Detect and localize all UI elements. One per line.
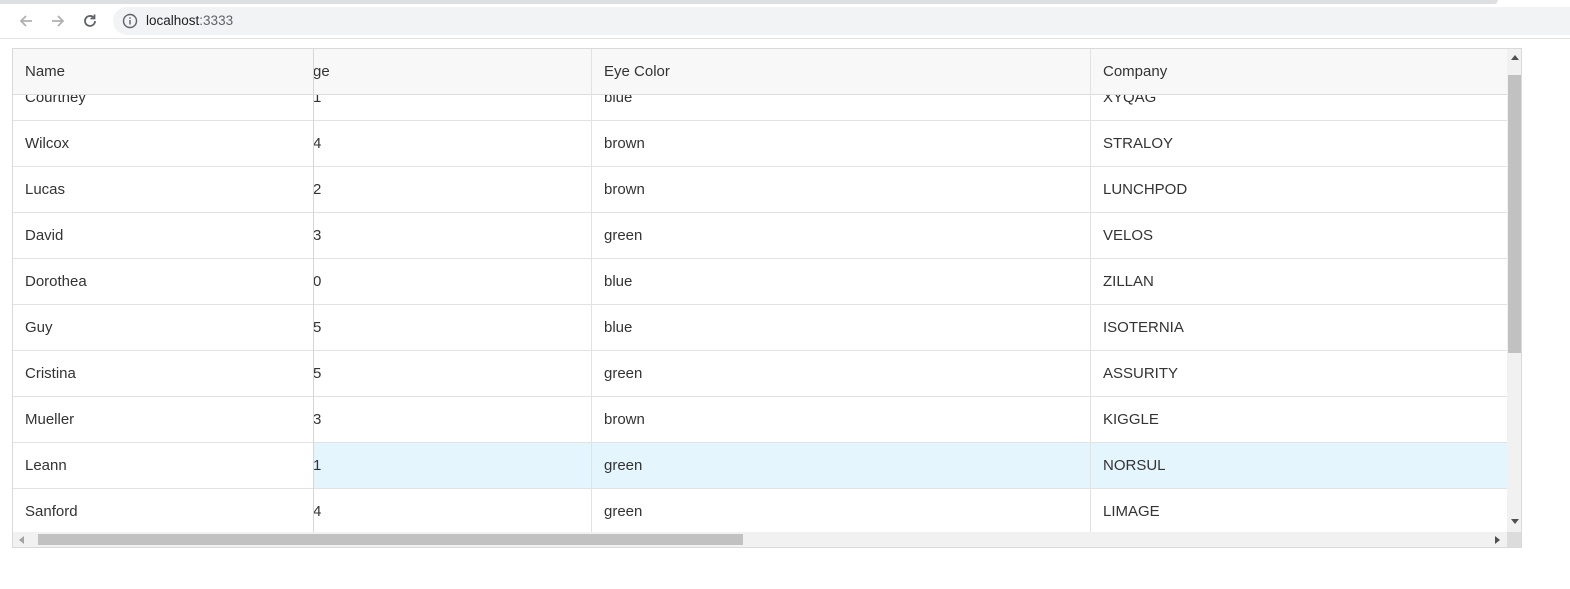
url-host: localhost: [146, 13, 200, 28]
grid-body: Courtney 1 blue XYQAG Wilcox 4 brown STRALOY Luc…: [13, 95, 1507, 532]
cell-eye-color[interactable]: brown: [591, 397, 1090, 442]
cell-name[interactable]: Wilcox: [13, 121, 313, 166]
arrow-right-icon: [52, 15, 65, 27]
column-divider: [591, 49, 592, 532]
url-text[interactable]: localhost:3333: [146, 13, 233, 29]
horizontal-scroll-thumb[interactable]: [38, 534, 743, 545]
header-name[interactable]: Name: [13, 49, 313, 94]
header-age[interactable]: ge: [313, 49, 591, 94]
reload-icon: [84, 14, 96, 27]
cell-name[interactable]: Guy: [13, 305, 313, 350]
scroll-up-icon[interactable]: [1511, 55, 1519, 60]
cell-eye-color[interactable]: green: [591, 351, 1090, 396]
cell-age[interactable]: 0: [313, 259, 591, 304]
cell-company[interactable]: ZILLAN: [1090, 259, 1507, 304]
scroll-right-icon[interactable]: [1495, 536, 1500, 544]
scrollbar-corner: [1507, 532, 1521, 547]
table-row[interactable]: Sanford 4 green LIMAGE: [13, 489, 1507, 532]
cell-name[interactable]: Mueller: [13, 397, 313, 442]
horizontal-scrollbar[interactable]: [13, 532, 1507, 547]
table-row[interactable]: Lucas 2 brown LUNCHPOD: [13, 167, 1507, 213]
column-divider: [1090, 49, 1091, 532]
cell-age[interactable]: 1: [313, 443, 591, 488]
cell-company[interactable]: NORSUL: [1090, 443, 1507, 488]
cell-age[interactable]: 5: [313, 305, 591, 350]
cell-company[interactable]: ISOTERNIA: [1090, 305, 1507, 350]
cell-company[interactable]: LIMAGE: [1090, 489, 1507, 532]
cell-age[interactable]: 3: [313, 213, 591, 258]
table-row[interactable]: David 3 green VELOS: [13, 213, 1507, 259]
address-bar[interactable]: localhost:3333: [113, 7, 1570, 35]
cell-name[interactable]: Courtney: [13, 95, 313, 120]
cell-eye-color[interactable]: brown: [591, 167, 1090, 212]
cell-age[interactable]: 3: [313, 397, 591, 442]
browser-toolbar: localhost:3333: [0, 4, 1570, 39]
cell-eye-color[interactable]: green: [591, 489, 1090, 532]
grid-rows: Courtney 1 blue XYQAG Wilcox 4 brown STRALOY Luc…: [13, 95, 1507, 532]
table-row[interactable]: Wilcox 4 brown STRALOY: [13, 121, 1507, 167]
table-row[interactable]: Dorothea 0 blue ZILLAN: [13, 259, 1507, 305]
cell-age[interactable]: 4: [313, 121, 591, 166]
cell-name[interactable]: Cristina: [13, 351, 313, 396]
cell-company[interactable]: LUNCHPOD: [1090, 167, 1507, 212]
table-row[interactable]: Mueller 3 brown KIGGLE: [13, 397, 1507, 443]
cell-eye-color[interactable]: green: [591, 213, 1090, 258]
info-icon[interactable]: [122, 13, 138, 29]
vertical-scrollbar[interactable]: [1507, 49, 1521, 532]
table-row[interactable]: Cristina 5 green ASSURITY: [13, 351, 1507, 397]
table-row[interactable]: Leann 1 green NORSUL: [13, 443, 1507, 489]
cell-eye-color[interactable]: blue: [591, 95, 1090, 120]
data-grid: Name ge Eye Color Company Courtney 1 blue X…: [12, 48, 1522, 548]
header-eye-color[interactable]: Eye Color: [591, 49, 1090, 94]
grid-header: Name ge Eye Color Company: [13, 49, 1507, 95]
scroll-down-icon[interactable]: [1511, 519, 1519, 524]
cell-eye-color[interactable]: blue: [591, 305, 1090, 350]
cell-company[interactable]: XYQAG: [1090, 95, 1507, 120]
header-company[interactable]: Company: [1090, 49, 1507, 94]
cell-name[interactable]: Leann: [13, 443, 313, 488]
cell-name[interactable]: David: [13, 213, 313, 258]
cell-eye-color[interactable]: blue: [591, 259, 1090, 304]
cell-age[interactable]: 4: [313, 489, 591, 532]
cell-eye-color[interactable]: brown: [591, 121, 1090, 166]
cell-eye-color[interactable]: green: [591, 443, 1090, 488]
cell-age[interactable]: 5: [313, 351, 591, 396]
cell-name[interactable]: Sanford: [13, 489, 313, 532]
vertical-scroll-thumb[interactable]: [1508, 75, 1521, 353]
back-button[interactable]: [13, 9, 39, 33]
cell-name[interactable]: Lucas: [13, 167, 313, 212]
cell-company[interactable]: STRALOY: [1090, 121, 1507, 166]
cell-company[interactable]: ASSURITY: [1090, 351, 1507, 396]
table-row[interactable]: Courtney 1 blue XYQAG: [13, 95, 1507, 121]
url-port: :3333: [199, 13, 234, 28]
table-row[interactable]: Guy 5 blue ISOTERNIA: [13, 305, 1507, 351]
cell-age[interactable]: 1: [313, 95, 591, 120]
reload-button[interactable]: [77, 9, 103, 33]
cell-company[interactable]: VELOS: [1090, 213, 1507, 258]
forward-button[interactable]: [45, 9, 71, 33]
frozen-column-divider: [313, 49, 314, 532]
cell-age[interactable]: 2: [313, 167, 591, 212]
cell-name[interactable]: Dorothea: [13, 259, 313, 304]
cell-company[interactable]: KIGGLE: [1090, 397, 1507, 442]
scroll-left-icon[interactable]: [19, 536, 24, 544]
arrow-left-icon: [19, 15, 32, 27]
